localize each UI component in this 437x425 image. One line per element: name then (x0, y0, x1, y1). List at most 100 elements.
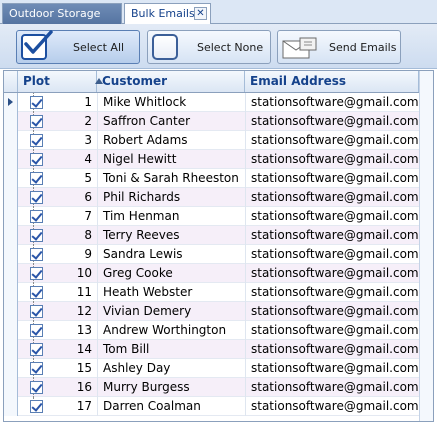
row-indicator[interactable] (4, 112, 18, 131)
row-indicator[interactable] (4, 188, 18, 207)
row-checkbox[interactable] (30, 400, 43, 413)
row-indicator[interactable] (4, 359, 18, 378)
envelope-icon (282, 37, 317, 59)
email-cell[interactable]: stationsoftware@gmail.com (245, 264, 419, 283)
table-row[interactable]: 7 Tim Henman stationsoftware@gmail.com (4, 207, 433, 226)
table-row[interactable]: 1 Mike Whitlock stationsoftware@gmail.com (4, 93, 433, 112)
row-indicator[interactable] (4, 321, 18, 340)
table-row[interactable]: 13 Andrew Worthington stationsoftware@gmai… (4, 321, 433, 340)
customer-cell[interactable]: Toni & Sarah Rheeston (97, 169, 245, 188)
row-checkbox[interactable] (30, 286, 43, 299)
email-cell[interactable]: stationsoftware@gmail.com (245, 378, 419, 397)
row-indicator[interactable] (4, 169, 18, 188)
row-checkbox[interactable] (30, 115, 43, 128)
customer-cell[interactable]: Robert Adams (97, 131, 245, 150)
table-row[interactable]: 17 Darren Coalman stationsoftware@gmail.co… (4, 397, 433, 416)
row-indicator[interactable] (4, 302, 18, 321)
column-header-email[interactable]: Email Address (245, 71, 419, 92)
current-row-arrow-icon (8, 98, 13, 106)
customer-cell[interactable]: Andrew Worthington (97, 321, 245, 340)
row-indicator[interactable] (4, 93, 18, 112)
email-cell[interactable]: stationsoftware@gmail.com (245, 112, 419, 131)
table-row[interactable]: 16 Murry Burgess stationsoftware@gmail.com (4, 378, 433, 397)
row-indicator[interactable] (4, 397, 18, 416)
customer-cell[interactable]: Tim Henman (97, 207, 245, 226)
email-cell[interactable]: stationsoftware@gmail.com (245, 226, 419, 245)
table-row[interactable]: 5 Toni & Sarah Rheeston stationsoftware@gm… (4, 169, 433, 188)
email-cell[interactable]: stationsoftware@gmail.com (245, 359, 419, 378)
row-indicator[interactable] (4, 340, 18, 359)
customer-cell[interactable]: Saffron Canter (97, 112, 245, 131)
customer-cell[interactable]: Ashley Day (97, 359, 245, 378)
customer-cell[interactable]: Darren Coalman (97, 397, 245, 416)
row-indicator[interactable] (4, 378, 18, 397)
customer-cell[interactable]: Murry Burgess (97, 378, 245, 397)
row-checkbox[interactable] (30, 96, 43, 109)
select-none-button[interactable]: Select None (147, 30, 271, 64)
tab-outdoor-storage[interactable]: Outdoor Storage (2, 3, 122, 24)
row-indicator[interactable] (4, 131, 18, 150)
row-indicator[interactable] (4, 150, 18, 169)
row-checkbox[interactable] (30, 134, 43, 147)
toolbar: Select All Select None Send Emails (0, 24, 437, 69)
grid-right-gutter (419, 71, 433, 421)
row-indicator[interactable] (4, 283, 18, 302)
row-checkbox[interactable] (30, 362, 43, 375)
select-all-button[interactable]: Select All (16, 30, 140, 64)
table-row[interactable]: 12 Vivian Demery stationsoftware@gmail.com (4, 302, 433, 321)
email-cell[interactable]: stationsoftware@gmail.com (245, 169, 419, 188)
row-checkbox[interactable] (30, 343, 43, 356)
row-checkbox[interactable] (30, 324, 43, 337)
close-icon[interactable]: ✕ (194, 7, 207, 20)
customer-cell[interactable]: Terry Reeves (97, 226, 245, 245)
customer-cell[interactable]: Mike Whitlock (97, 93, 245, 112)
customer-cell[interactable]: Phil Richards (97, 188, 245, 207)
email-cell[interactable]: stationsoftware@gmail.com (245, 302, 419, 321)
email-cell[interactable]: stationsoftware@gmail.com (245, 131, 419, 150)
email-cell[interactable]: stationsoftware@gmail.com (245, 397, 419, 416)
tab-bulk-emails[interactable]: Bulk Emails ✕ (124, 3, 211, 25)
email-cell[interactable]: stationsoftware@gmail.com (245, 245, 419, 264)
table-row[interactable]: 14 Tom Bill stationsoftware@gmail.com (4, 340, 433, 359)
email-cell[interactable]: stationsoftware@gmail.com (245, 150, 419, 169)
column-header-customer[interactable]: Customer (97, 71, 245, 92)
customer-grid[interactable]: Plot Customer Email Address 1 Mike Whitlo… (3, 70, 434, 422)
send-emails-button[interactable]: Send Emails (277, 30, 401, 64)
table-row[interactable]: 4 Nigel Hewitt stationsoftware@gmail.com (4, 150, 433, 169)
column-header-plot[interactable]: Plot (18, 71, 103, 92)
email-cell[interactable]: stationsoftware@gmail.com (245, 340, 419, 359)
table-row[interactable]: 11 Heath Webster stationsoftware@gmail.com (4, 283, 433, 302)
row-indicator[interactable] (4, 226, 18, 245)
row-indicator[interactable] (4, 207, 18, 226)
customer-cell[interactable]: Tom Bill (97, 340, 245, 359)
row-indicator[interactable] (4, 245, 18, 264)
table-row[interactable]: 15 Ashley Day stationsoftware@gmail.com (4, 359, 433, 378)
row-checkbox[interactable] (30, 210, 43, 223)
email-cell[interactable]: stationsoftware@gmail.com (245, 188, 419, 207)
row-indicator[interactable] (4, 264, 18, 283)
plot-number-cell: 8 (84, 228, 92, 242)
row-checkbox[interactable] (30, 248, 43, 261)
row-checkbox[interactable] (30, 191, 43, 204)
row-checkbox[interactable] (30, 229, 43, 242)
email-cell[interactable]: stationsoftware@gmail.com (245, 283, 419, 302)
customer-cell[interactable]: Greg Cooke (97, 264, 245, 283)
table-row[interactable]: 2 Saffron Canter stationsoftware@gmail.com (4, 112, 433, 131)
table-row[interactable]: 8 Terry Reeves stationsoftware@gmail.com (4, 226, 433, 245)
email-cell[interactable]: stationsoftware@gmail.com (245, 321, 419, 340)
customer-cell[interactable]: Sandra Lewis (97, 245, 245, 264)
customer-cell[interactable]: Heath Webster (97, 283, 245, 302)
row-checkbox[interactable] (30, 305, 43, 318)
table-row[interactable]: 9 Sandra Lewis stationsoftware@gmail.com (4, 245, 433, 264)
row-checkbox[interactable] (30, 267, 43, 280)
email-cell[interactable]: stationsoftware@gmail.com (245, 207, 419, 226)
customer-cell[interactable]: Vivian Demery (97, 302, 245, 321)
table-row[interactable]: 10 Greg Cooke stationsoftware@gmail.com (4, 264, 433, 283)
row-checkbox[interactable] (30, 153, 43, 166)
table-row[interactable]: 3 Robert Adams stationsoftware@gmail.com (4, 131, 433, 150)
row-checkbox[interactable] (30, 172, 43, 185)
table-row[interactable]: 6 Phil Richards stationsoftware@gmail.com (4, 188, 433, 207)
email-cell[interactable]: stationsoftware@gmail.com (245, 93, 419, 112)
customer-cell[interactable]: Nigel Hewitt (97, 150, 245, 169)
row-checkbox[interactable] (30, 381, 43, 394)
